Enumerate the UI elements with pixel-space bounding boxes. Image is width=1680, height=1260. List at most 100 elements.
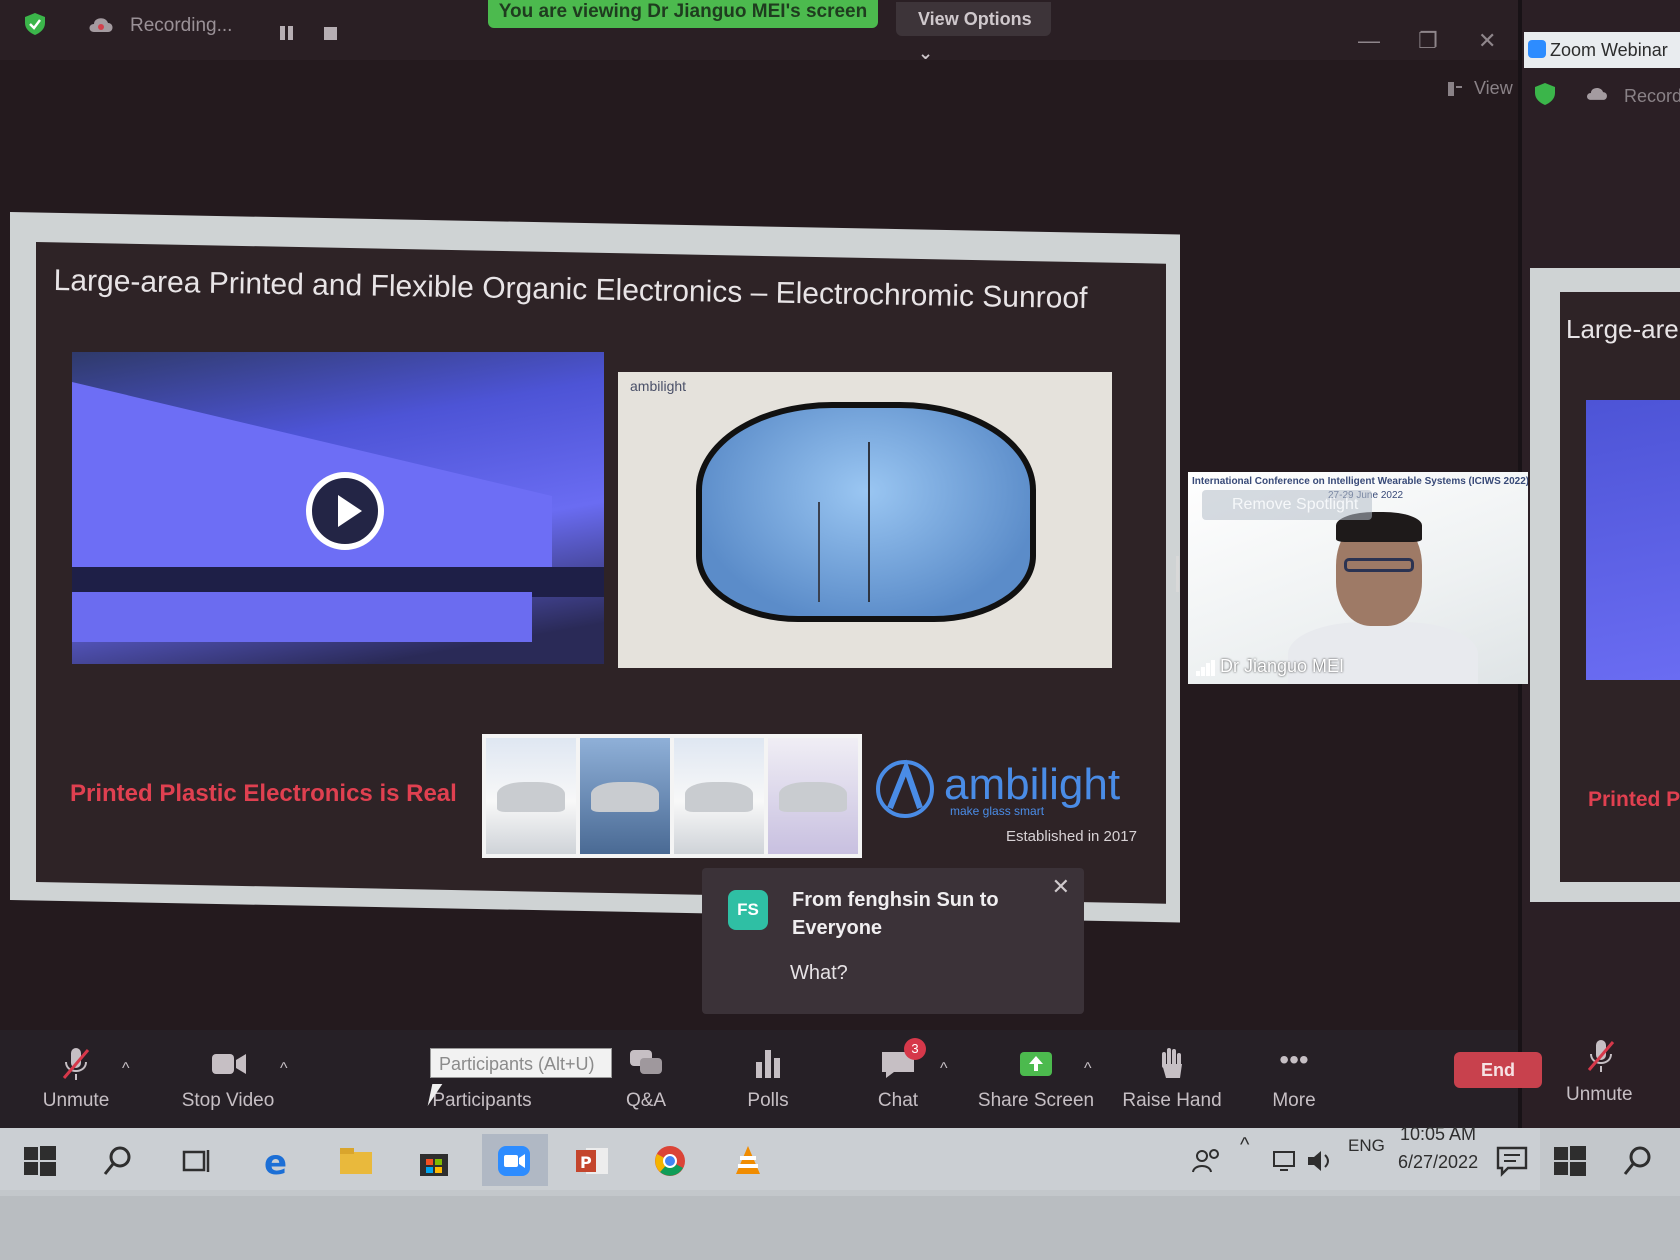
zoom-app-icon[interactable] [496, 1144, 532, 1178]
unmute-button[interactable]: Unmute [6, 1046, 146, 1112]
qa-icon [630, 1050, 662, 1074]
chevron-down-icon: ⌄ [918, 43, 934, 63]
remove-spotlight-label: Remove Spotlight [1232, 496, 1359, 513]
more-button[interactable]: ••• More [1224, 1046, 1364, 1112]
clock-date: 6/27/2022 [1398, 1152, 1479, 1172]
sunroof-image [618, 372, 1112, 668]
car-image [580, 738, 670, 854]
mic-muted-icon [62, 1048, 90, 1080]
video-band [72, 382, 552, 572]
close-icon[interactable]: ✕ [1478, 28, 1496, 54]
avatar: FS [728, 890, 768, 930]
file-explorer-icon[interactable] [338, 1144, 374, 1178]
notifications-icon[interactable] [1494, 1144, 1530, 1178]
share-screen-label: Share Screen [977, 1090, 1095, 1111]
end-button[interactable]: End [1454, 1052, 1542, 1088]
windows-start-icon[interactable] [1552, 1144, 1588, 1178]
share-screen-button[interactable]: Share Screen [966, 1046, 1106, 1112]
vlc-icon[interactable] [730, 1144, 766, 1178]
qa-button[interactable]: Q&A [576, 1046, 716, 1112]
chat-icon-wrap: 3 [878, 1038, 926, 1082]
polls-label: Polls [747, 1090, 789, 1111]
chat-notification[interactable]: FS From fenghsin Sun to Everyone What? ✕ [702, 868, 1084, 1014]
shield-icon[interactable] [1534, 82, 1556, 106]
stop-recording-icon[interactable] [324, 27, 337, 40]
zoom-logo-icon [1528, 40, 1546, 58]
clock-time: 10:05 AM [1400, 1124, 1477, 1144]
second-slide-title: Large-are [1566, 314, 1679, 344]
share-screen-icon [1020, 1052, 1052, 1076]
raise-hand-label: Raise Hand [1122, 1090, 1222, 1111]
system-clock[interactable]: 10:05 AM 6/27/2022 [1398, 1120, 1478, 1176]
play-icon[interactable] [306, 472, 384, 550]
second-unmute-label[interactable]: Unmute [1566, 1084, 1633, 1106]
polls-button[interactable]: Polls [698, 1046, 838, 1112]
recording-status: Recording... [130, 15, 233, 36]
edge-browser-icon[interactable]: e [260, 1144, 296, 1178]
ambilight-logo-icon [876, 759, 934, 818]
remove-spotlight-button[interactable]: Remove Spotlight [1202, 490, 1372, 520]
shield-icon[interactable] [24, 12, 46, 36]
task-view-icon[interactable] [178, 1144, 214, 1178]
windows-start-icon[interactable] [22, 1144, 58, 1178]
chevron-up-icon[interactable]: ^ [1084, 1060, 1092, 1078]
speaker-name: Dr Jianguo MEI [1220, 656, 1345, 676]
view-options-button[interactable]: View Options ⌄ [896, 2, 1051, 63]
video-camera-icon [212, 1054, 246, 1074]
slide-tagline: Printed Plastic Electronics is Real [70, 780, 457, 807]
conference-banner: International Conference on Intelligent … [1192, 476, 1528, 487]
view-button[interactable]: View [1474, 78, 1513, 99]
chevron-up-icon[interactable]: ^ [280, 1060, 288, 1078]
second-window-titlebar: Zoom Webinar [1524, 32, 1680, 68]
tree-graphic [868, 442, 870, 602]
powerpoint-icon[interactable]: P [574, 1144, 610, 1178]
monitor-bezel [0, 1196, 1680, 1260]
chat-button[interactable]: 3 Chat [828, 1038, 968, 1112]
input-language[interactable]: ENG [1348, 1136, 1385, 1156]
car-image [674, 738, 764, 854]
view-layout-icon[interactable] [1448, 82, 1462, 96]
network-icon[interactable] [1270, 1144, 1300, 1178]
restore-icon[interactable]: ❐ [1418, 28, 1438, 54]
close-icon[interactable]: ✕ [1052, 874, 1070, 900]
second-window-recording: Recordi [1624, 86, 1680, 106]
second-slide-video [1586, 400, 1680, 680]
chevron-up-icon[interactable]: ^ [1240, 1134, 1249, 1157]
chat-label: Chat [877, 1090, 919, 1111]
search-icon[interactable] [100, 1144, 136, 1178]
people-icon[interactable] [1188, 1144, 1224, 1178]
pause-recording-icon[interactable] [280, 26, 296, 40]
chrome-icon[interactable] [652, 1144, 688, 1178]
image-watermark: ambilight [630, 378, 687, 394]
search-icon[interactable] [1620, 1144, 1656, 1178]
mic-muted-icon[interactable] [1586, 1038, 1616, 1074]
more-icon: ••• [1279, 1044, 1309, 1075]
speaker-glasses [1344, 558, 1414, 572]
panel-resize-handle[interactable] [1176, 556, 1179, 592]
chat-message: What? [790, 962, 848, 984]
stop-video-label: Stop Video [181, 1090, 275, 1111]
svg-text:P: P [580, 1153, 592, 1172]
second-window-title: Zoom Webinar [1550, 40, 1668, 60]
video-band [72, 592, 532, 642]
store-icon[interactable] [416, 1144, 452, 1178]
brand-name: ambilight [944, 760, 1121, 809]
car-image [768, 738, 858, 854]
stop-video-button[interactable]: Stop Video [158, 1046, 298, 1112]
view-options-label: View Options [918, 9, 1032, 29]
chevron-up-icon[interactable]: ^ [122, 1060, 130, 1078]
chat-badge: 3 [904, 1038, 926, 1060]
minimize-icon[interactable]: — [1358, 28, 1380, 54]
raise-hand-button[interactable]: Raise Hand [1102, 1046, 1242, 1112]
speaker-video-tile[interactable]: International Conference on Intelligent … [1188, 472, 1528, 684]
brand-tagline: make glass smart [950, 804, 1045, 818]
brand-established: Established in 2017 [1006, 828, 1137, 845]
svg-text:e: e [264, 1144, 287, 1178]
polls-icon [756, 1050, 780, 1078]
volume-icon[interactable] [1304, 1144, 1334, 1178]
viewing-banner: You are viewing Dr Jianguo MEI's screen [488, 0, 878, 28]
qa-label: Q&A [625, 1090, 667, 1111]
tree-graphic [818, 502, 820, 602]
chevron-up-icon[interactable]: ^ [940, 1060, 948, 1078]
unmute-label: Unmute [42, 1090, 110, 1111]
